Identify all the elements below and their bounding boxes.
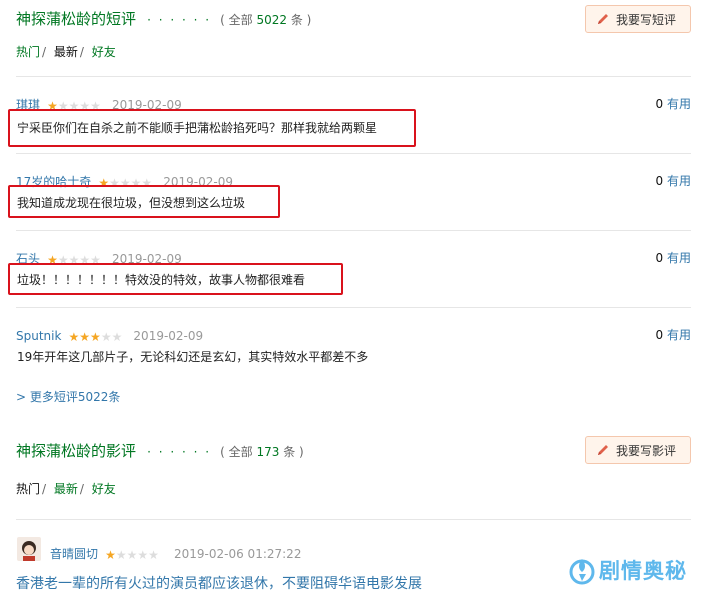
review-count[interactable]: ( 全部 173 条 ) xyxy=(220,445,304,459)
helpful-votes: 0 有用 xyxy=(655,251,691,265)
section-title[interactable]: 神探蒲松龄的短评 xyxy=(16,10,136,28)
watermark-logo-icon xyxy=(569,559,595,585)
title-dots: · · · · · · xyxy=(147,13,212,27)
divider xyxy=(16,153,691,154)
divider xyxy=(16,307,691,308)
helpful-votes: 0 有用 xyxy=(655,174,691,188)
film-reviews-header: 神探蒲松龄的影评 · · · · · · ( 全部 173 条 ) xyxy=(16,440,304,461)
pencil-icon xyxy=(598,14,608,24)
review-text: 宁采臣你们在自杀之前不能顺手把蒲松龄掐死吗？那样我就给两颗星 xyxy=(17,121,378,135)
review-text: 19年开年这几部片子，无论科幻还是玄幻，其实特效水平都差不多 xyxy=(17,350,369,364)
watermark-text: 剧情奥秘 xyxy=(599,559,687,583)
tab-friends[interactable]: 好友 xyxy=(92,482,116,496)
review-user[interactable]: Sputnik xyxy=(16,329,61,343)
write-button-label: 我要写影评 xyxy=(616,443,677,458)
tab-latest[interactable]: 最新 xyxy=(54,482,78,496)
watermark: 剧情奥秘 xyxy=(569,555,687,585)
helpful-votes: 0 有用 xyxy=(655,97,691,111)
helpful-link[interactable]: 有用 xyxy=(667,251,691,265)
review-meta: Sputnik ★★★★★ 2019-02-09 xyxy=(16,325,203,345)
tab-hot[interactable]: 热门 xyxy=(16,482,40,496)
film-review-title[interactable]: 香港老一辈的所有火过的演员都应该退休，不要阻碍华语电影发展 xyxy=(16,573,422,593)
tab-friends[interactable]: 好友 xyxy=(92,45,116,59)
tab-latest[interactable]: 最新 xyxy=(54,45,78,59)
review-text: 我知道成龙现在很垃圾，但没想到这么垃圾 xyxy=(17,196,246,210)
tab-hot[interactable]: 热门 xyxy=(16,45,40,59)
helpful-link[interactable]: 有用 xyxy=(667,97,691,111)
title-dots: · · · · · · xyxy=(147,445,212,459)
film-review-tabs: 热门 / 最新 / 好友 xyxy=(16,482,116,496)
pencil-icon xyxy=(598,445,608,455)
helpful-votes: 0 有用 xyxy=(655,328,691,342)
short-review-tabs: 热门 / 最新 / 好友 xyxy=(16,45,116,59)
film-review-meta: 音晴圆切 ★★★★★ 2019-02-06 01:27:22 xyxy=(50,543,301,563)
more-short-reviews-link[interactable]: > 更多短评5022条 xyxy=(16,388,120,405)
review-count[interactable]: ( 全部 5022 条 ) xyxy=(220,13,311,27)
short-reviews-header: 神探蒲松龄的短评 · · · · · · ( 全部 5022 条 ) xyxy=(16,8,311,29)
write-film-review-button[interactable]: 我要写影评 xyxy=(585,436,691,464)
helpful-link[interactable]: 有用 xyxy=(667,174,691,188)
rating-stars: ★★★★★ xyxy=(68,330,123,344)
review-user[interactable]: 音晴圆切 xyxy=(50,547,98,561)
avatar[interactable] xyxy=(17,537,41,561)
review-text: 垃圾！！！！！！！特效没的特效，故事人物都很难看 xyxy=(17,273,306,287)
write-button-label: 我要写短评 xyxy=(616,12,677,27)
review-date: 2019-02-09 xyxy=(133,329,204,343)
divider xyxy=(16,519,691,520)
helpful-link[interactable]: 有用 xyxy=(667,328,691,342)
section-title[interactable]: 神探蒲松龄的影评 xyxy=(16,442,136,460)
divider xyxy=(16,230,691,231)
write-short-review-button[interactable]: 我要写短评 xyxy=(585,5,691,33)
divider xyxy=(16,76,691,77)
rating-stars: ★★★★★ xyxy=(105,548,159,562)
review-datetime: 2019-02-06 01:27:22 xyxy=(174,547,302,561)
